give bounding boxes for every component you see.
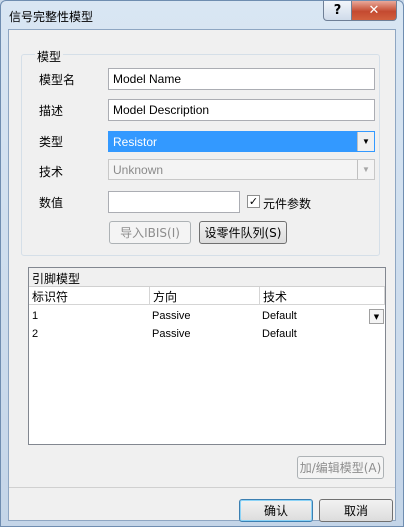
check-icon: ✓ [248, 195, 259, 208]
chevron-down-icon[interactable]: ▼ [369, 309, 384, 324]
column-header-technology[interactable]: 技术 [260, 287, 385, 305]
pin-model-title: 引脚模型 [29, 268, 385, 287]
technology-select-value: Unknown [113, 163, 164, 177]
window-title: 信号完整性模型 [9, 10, 94, 24]
model-name-label: 模型名 [39, 73, 76, 87]
type-select-value: Resistor [113, 135, 158, 149]
column-header-direction[interactable]: 方向 [150, 287, 260, 305]
type-label: 类型 [39, 135, 64, 149]
setup-part-array-button[interactable]: 设零件队列(S) [199, 221, 287, 244]
help-button[interactable]: ? [323, 1, 352, 21]
footer-divider [9, 487, 395, 488]
type-select[interactable]: Resistor ▼ [108, 131, 375, 152]
component-parameter-label: 元件参数 [263, 197, 312, 211]
column-header-identifier[interactable]: 标识符 [29, 287, 150, 305]
description-label: 描述 [39, 104, 64, 118]
table-cell[interactable]: 2 [32, 328, 38, 340]
component-parameter-checkbox[interactable]: ✓ [247, 195, 260, 208]
technology-label: 技术 [39, 165, 64, 179]
description-input[interactable]: Model Description [108, 99, 375, 121]
pin-model-list[interactable]: 引脚模型 标识符 方向 技术 1 Passive Default ▼ 2 Pas… [28, 267, 386, 445]
add-edit-model-button: 加/编辑模型(A) [297, 456, 384, 479]
table-cell[interactable]: Default [262, 328, 297, 340]
import-ibis-button: 导入IBIS(I) [109, 221, 191, 244]
model-name-input[interactable]: Model Name [108, 68, 375, 90]
cancel-button[interactable]: 取消 [319, 499, 393, 522]
table-cell[interactable]: 1 [32, 310, 38, 322]
chevron-down-icon[interactable]: ▼ [357, 132, 374, 151]
dialog-window: 信号完整性模型 ? ✕ 模型 模型名 Model Name 描述 Model D… [0, 0, 404, 527]
value-input[interactable] [108, 191, 240, 213]
value-label: 数值 [39, 196, 64, 210]
chevron-down-icon: ▼ [357, 160, 374, 179]
table-cell[interactable]: Default [262, 310, 297, 322]
table-cell[interactable]: Passive [152, 310, 191, 322]
model-group-label: 模型 [35, 48, 64, 65]
technology-select: Unknown ▼ [108, 159, 375, 180]
close-button[interactable]: ✕ [351, 1, 397, 21]
table-cell[interactable]: Passive [152, 328, 191, 340]
ok-button[interactable]: 确认 [239, 499, 313, 522]
